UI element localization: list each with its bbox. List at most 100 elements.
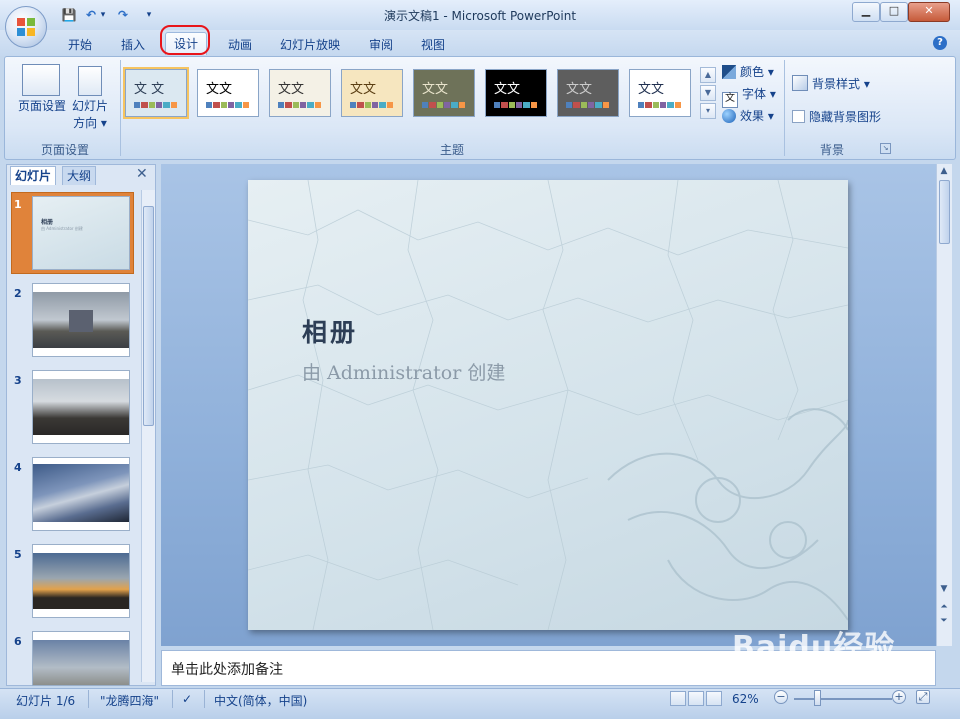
slide-canvas[interactable] xyxy=(248,180,848,630)
tab-view[interactable]: 视图 xyxy=(421,36,445,54)
scroll-up-icon[interactable]: ▲ xyxy=(938,166,950,176)
thumbnail-photo xyxy=(33,553,129,609)
thumbnail-photo xyxy=(33,379,129,435)
building-shape xyxy=(69,310,93,332)
watermark-url: jingyan.baidu.com xyxy=(760,670,862,683)
theme-thumbnail-4[interactable]: 文文 xyxy=(341,69,403,117)
background-styles-icon xyxy=(792,75,808,91)
colors-icon xyxy=(722,65,736,79)
thumbnail-photo xyxy=(33,464,129,522)
zoom-level[interactable]: 62% xyxy=(732,692,759,706)
language-indicator[interactable]: 中文(简体，中国) xyxy=(214,692,307,709)
zoom-in-icon[interactable]: + xyxy=(892,690,906,704)
slide-thumbnail-5[interactable] xyxy=(32,544,130,618)
tab-animations[interactable]: 动画 xyxy=(228,36,252,54)
close-button[interactable]: ✕ xyxy=(908,2,950,22)
hide-background-graphics-checkbox[interactable]: 隐藏背景图形 xyxy=(792,108,881,126)
slide-subtitle[interactable]: 由 Administrator 创建 xyxy=(302,358,505,385)
baidu-watermark: Baidu经验 xyxy=(732,630,896,665)
dialog-launcher-icon[interactable]: ↘ xyxy=(880,143,891,154)
slide-thumbnail-1[interactable]: 相册 由 Administrator 创建 xyxy=(32,196,130,270)
theme-colors-button[interactable]: 颜色 ▾ xyxy=(722,63,774,81)
fonts-icon: 文 xyxy=(722,92,738,108)
scrollbar-thumb[interactable] xyxy=(143,206,154,426)
hide-graphics-label: 隐藏背景图形 xyxy=(809,110,882,124)
zoom-slider-thumb[interactable] xyxy=(814,690,821,706)
theme-thumbnail-2[interactable]: 文文 xyxy=(197,69,259,117)
tab-home[interactable]: 开始 xyxy=(68,36,92,54)
vertical-scrollbar[interactable] xyxy=(936,164,952,646)
help-icon[interactable]: ? xyxy=(933,36,947,50)
orientation-label-line1: 幻灯片 xyxy=(71,99,108,113)
theme-thumbnail-3[interactable]: 文文 xyxy=(269,69,331,117)
theme-sample-text: 文文 xyxy=(494,82,521,97)
theme-color-swatches xyxy=(206,102,250,108)
theme-color-swatches xyxy=(638,102,682,108)
zoom-slider-track[interactable] xyxy=(794,698,892,700)
close-panel-icon[interactable]: ✕ xyxy=(136,166,148,182)
slide-sorter-view-icon[interactable] xyxy=(688,691,704,706)
status-divider xyxy=(88,690,89,708)
group-divider xyxy=(120,60,121,156)
next-slide-icon[interactable]: ⏷ xyxy=(938,616,950,626)
page-setup-icon[interactable] xyxy=(22,64,60,96)
slide-thumbnail-3[interactable] xyxy=(32,370,130,444)
minimize-button[interactable]: ▁ xyxy=(852,2,880,22)
theme-thumbnail-6[interactable]: 文文 xyxy=(485,69,547,117)
tab-outline[interactable]: 大纲 xyxy=(62,166,97,185)
gallery-scroll-up-icon[interactable]: ▲ xyxy=(700,67,716,83)
slide-thumbnail-2[interactable] xyxy=(32,283,130,357)
panel-scrollbar[interactable] xyxy=(141,190,155,682)
status-divider xyxy=(204,690,205,708)
scroll-down-icon[interactable]: ▼ xyxy=(938,584,950,594)
theme-sample-text: 文文 xyxy=(566,82,593,97)
slide-orientation-icon[interactable] xyxy=(78,66,102,96)
theme-color-swatches xyxy=(278,102,322,108)
page-setup-button[interactable]: 页面设置 xyxy=(14,98,70,115)
background-styles-button[interactable]: 背景样式 ▾ xyxy=(792,75,870,93)
restore-button[interactable]: □ xyxy=(880,2,908,22)
scrollbar-thumb[interactable] xyxy=(939,180,950,244)
office-button[interactable] xyxy=(5,6,47,48)
theme-effects-button[interactable]: 效果 ▾ xyxy=(722,107,774,125)
background-styles-label: 背景样式 ▾ xyxy=(812,77,870,91)
slide-orientation-button[interactable]: 幻灯片 方向 ▾ xyxy=(68,98,112,132)
slide-title[interactable]: 相册 xyxy=(302,313,358,349)
fonts-label: 字体 ▾ xyxy=(742,87,776,101)
gallery-scroll-down-icon[interactable]: ▼ xyxy=(700,85,716,101)
slide-number: 6 xyxy=(14,635,22,648)
effects-label: 效果 ▾ xyxy=(740,109,774,123)
normal-view-icon[interactable] xyxy=(670,691,686,706)
slideshow-view-icon[interactable] xyxy=(706,691,722,706)
spellcheck-icon[interactable]: ✓ xyxy=(182,692,192,706)
office-logo-icon xyxy=(17,18,35,36)
theme-fonts-button[interactable]: 文字体 ▾ xyxy=(722,85,776,108)
crackle-pattern xyxy=(248,180,848,630)
previous-slide-icon[interactable]: ⏶ xyxy=(938,602,950,612)
highlight-annotation xyxy=(160,25,210,55)
notes-placeholder[interactable]: 单击此处添加备注 xyxy=(171,659,283,679)
group-label-background: 背景 xyxy=(819,143,844,157)
theme-thumbnail-1[interactable]: 文 文 xyxy=(123,67,189,119)
theme-sample-text: 文文 xyxy=(638,82,665,97)
status-divider xyxy=(172,690,173,708)
fit-to-window-icon[interactable]: ⤢ xyxy=(916,690,930,704)
theme-thumbnail-7[interactable]: 文文 xyxy=(557,69,619,117)
theme-sample-text: 文文 xyxy=(350,82,377,97)
tab-insert[interactable]: 插入 xyxy=(121,36,145,54)
slide-thumbnail-6[interactable] xyxy=(32,631,130,686)
theme-thumbnail-8[interactable]: 文文 xyxy=(629,69,691,117)
effects-icon xyxy=(722,109,736,123)
zoom-out-icon[interactable]: − xyxy=(774,690,788,704)
theme-sample-text: 文文 xyxy=(278,82,305,97)
theme-sample-text: 文文 xyxy=(422,82,449,97)
theme-thumbnail-5[interactable]: 文文 xyxy=(413,69,475,117)
tab-review[interactable]: 审阅 xyxy=(369,36,393,54)
tab-slideshow[interactable]: 幻灯片放映 xyxy=(280,36,340,54)
window-title: 演示文稿1 - Microsoft PowerPoint xyxy=(383,9,577,23)
gallery-more-icon[interactable]: ▾ xyxy=(700,103,716,119)
slide-thumbnail-4[interactable] xyxy=(32,457,130,531)
theme-sample-text: 文文 xyxy=(206,82,233,97)
thumbnail-subtitle: 由 Administrator 创建 xyxy=(41,226,83,231)
tab-slides[interactable]: 幻灯片 xyxy=(10,166,57,185)
